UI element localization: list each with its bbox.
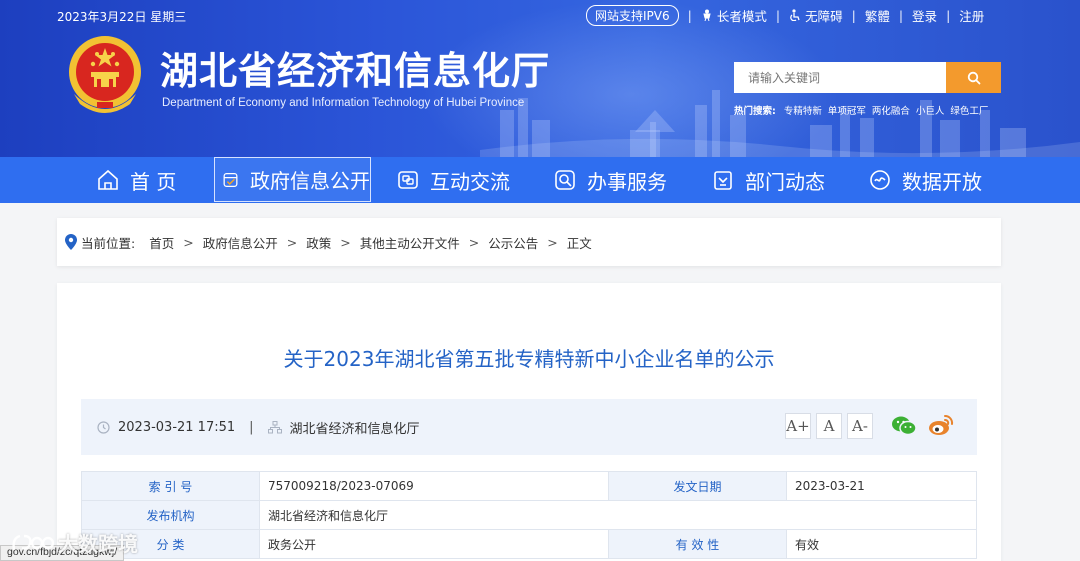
nav-item-gov-info[interactable]: 政府信息公开 (214, 157, 371, 202)
font-size-decrease-button[interactable]: A- (847, 413, 873, 439)
watermark: 大数跨境 (10, 528, 138, 557)
weibo-share-icon[interactable] (927, 413, 955, 439)
nav-item-interaction[interactable]: 互动交流 (396, 157, 510, 203)
hot-term[interactable]: 单项冠军 (828, 103, 866, 117)
top-utility-links: 网站支持IPV6 | 长者模式 | 无障碍 | 繁體 | 登录 | 注册 (586, 4, 984, 26)
hot-search-terms: 热门搜索: 专精特新 单项冠军 两化融合 小巨人 绿色工厂 (734, 103, 988, 117)
table-row: 分 类 政务公开 有 效 性 有效 (81, 529, 977, 559)
document-info-table: 索 引 号 757009218/2023-07069 发文日期 2023-03-… (81, 471, 977, 559)
font-size-default-button[interactable]: A (816, 413, 842, 439)
nav-item-open-data[interactable]: 数据开放 (868, 157, 982, 203)
breadcrumb: 当前位置: 首页 > 政府信息公开 > 政策 > 其他主动公开文件 > 公示公告… (57, 218, 1001, 266)
divider: | (249, 419, 254, 435)
register-link[interactable]: 注册 (959, 6, 984, 25)
chat-icon (398, 171, 418, 189)
main-nav: 首 页 政府信息公开 互动交流 办事服务 部门动态 数据开放 (0, 157, 1080, 203)
clock-icon (97, 420, 110, 434)
divider: | (775, 7, 781, 23)
breadcrumb-current: 正文 (566, 235, 592, 251)
table-row: 发布机构 湖北省经济和信息化厅 (81, 500, 977, 530)
hot-term[interactable]: 小巨人 (916, 103, 945, 117)
wechat-share-icon[interactable] (890, 413, 918, 439)
font-size-increase-button[interactable]: A+ (785, 413, 811, 439)
breadcrumb-link[interactable]: 公示公告 (488, 233, 538, 252)
elder-mode-icon (703, 9, 711, 21)
table-key: 有 效 性 (608, 529, 787, 559)
site-title: 湖北省经济和信息化厅 (160, 49, 551, 93)
watermark-logo-icon (12, 534, 54, 550)
table-key: 索 引 号 (81, 471, 260, 501)
table-key: 发布机构 (81, 500, 260, 530)
home-icon (98, 169, 118, 190)
hot-term[interactable]: 绿色工厂 (950, 103, 988, 117)
hot-term[interactable]: 专精特新 (784, 103, 822, 117)
site-header: 2023年3月22日 星期三 网站支持IPV6 | 长者模式 | 无障碍 | 繁… (0, 0, 1080, 157)
article-panel: 关于2023年湖北省第五批专精特新中小企业名单的公示 2023-03-21 17… (57, 283, 1001, 561)
breadcrumb-separator: > (183, 234, 194, 250)
nav-item-home[interactable]: 首 页 (96, 157, 176, 203)
breadcrumb-separator: > (547, 234, 558, 250)
breadcrumb-link[interactable]: 政策 (306, 233, 331, 252)
national-emblem-logo[interactable] (64, 32, 146, 118)
nav-item-department-news[interactable]: 部门动态 (711, 157, 825, 203)
divider: | (687, 7, 692, 23)
breadcrumb-link[interactable]: 政府信息公开 (203, 233, 278, 252)
table-value: 湖北省经济和信息化厅 (259, 500, 977, 530)
accessibility-icon (790, 9, 800, 21)
nav-label: 部门动态 (745, 169, 825, 194)
elder-mode-link[interactable]: 长者模式 (717, 6, 767, 25)
news-clipboard-icon (714, 171, 732, 190)
breadcrumb-separator: > (286, 234, 298, 250)
nav-label: 首 页 (130, 169, 177, 194)
document-check-icon (223, 172, 238, 187)
search-input[interactable] (734, 62, 946, 93)
ipv6-badge: 网站支持IPV6 (586, 4, 679, 26)
article-source: 湖北省经济和信息化厅 (289, 421, 420, 437)
table-value: 政务公开 (259, 529, 609, 559)
nav-label: 数据开放 (902, 169, 982, 194)
nav-label: 政府信息公开 (250, 169, 370, 193)
table-key: 发文日期 (608, 471, 787, 501)
nav-item-services[interactable]: 办事服务 (553, 157, 667, 203)
breadcrumb-link[interactable]: 其他主动公开文件 (360, 233, 460, 252)
table-value: 有效 (786, 529, 977, 559)
table-value: 757009218/2023-07069 (259, 471, 609, 501)
traditional-chinese-link[interactable]: 繁體 (865, 6, 890, 25)
table-row: 索 引 号 757009218/2023-07069 发文日期 2023-03-… (81, 471, 977, 501)
table-value: 2023-03-21 (786, 471, 977, 501)
site-subtitle: Department of Economy and Information Te… (162, 97, 525, 109)
article-meta-bar: 2023-03-21 17:51 | 湖北省经济和信息化厅 A+ A A- (81, 399, 977, 455)
data-wave-icon (870, 170, 890, 190)
breadcrumb-separator: > (340, 234, 351, 250)
search-icon (967, 71, 980, 84)
watermark-text: 大数跨境 (58, 532, 138, 556)
location-pin-icon (65, 234, 77, 250)
hot-search-label: 热门搜索: (734, 106, 776, 117)
divider: | (898, 7, 904, 23)
accessibility-link[interactable]: 无障碍 (805, 6, 843, 25)
divider: | (851, 7, 856, 23)
hot-term[interactable]: 两化融合 (872, 103, 910, 117)
nav-label: 办事服务 (587, 169, 667, 194)
breadcrumb-link[interactable]: 首页 (149, 233, 174, 252)
breadcrumb-label: 当前位置: (81, 235, 136, 251)
org-chart-icon (267, 420, 282, 433)
breadcrumb-separator: > (468, 234, 480, 250)
publish-datetime: 2023-03-21 17:51 (118, 419, 236, 435)
search-button[interactable] (946, 62, 1001, 93)
login-link[interactable]: 登录 (912, 6, 937, 25)
divider: | (946, 7, 951, 23)
nav-label: 互动交流 (430, 169, 510, 194)
article-title: 关于2023年湖北省第五批专精特新中小企业名单的公示 (283, 347, 775, 371)
service-search-icon (555, 170, 575, 190)
current-date: 2023年3月22日 星期三 (57, 10, 187, 24)
